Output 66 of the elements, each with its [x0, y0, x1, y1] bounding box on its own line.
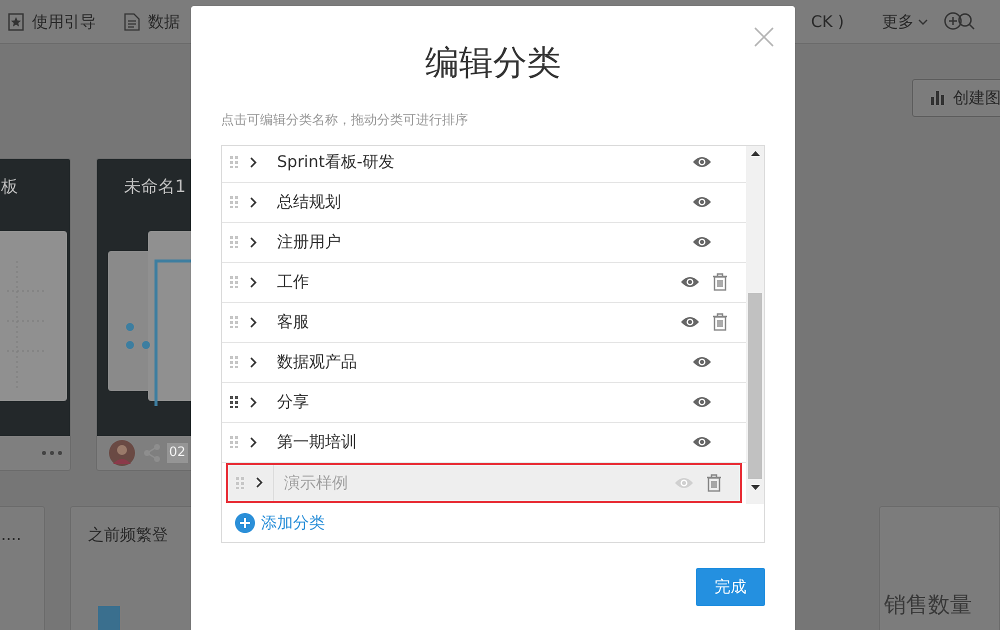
- eye-icon[interactable]: [692, 355, 712, 369]
- dialog-hint: 点击可编辑分类名称，拖动分类可进行排序: [221, 112, 469, 130]
- drag-handle-icon[interactable]: [230, 356, 238, 368]
- eye-icon[interactable]: [680, 275, 700, 289]
- category-name[interactable]: 客服: [277, 302, 309, 342]
- category-row[interactable]: 注册用户: [222, 222, 746, 262]
- drag-handle-icon[interactable]: [230, 436, 238, 448]
- eye-icon[interactable]: [692, 435, 712, 449]
- scrollbar[interactable]: [746, 146, 764, 504]
- category-row[interactable]: 客服: [222, 302, 746, 342]
- close-icon: [754, 27, 774, 47]
- drag-handle-icon[interactable]: [230, 396, 238, 408]
- scroll-down-icon[interactable]: [750, 484, 760, 490]
- eye-icon[interactable]: [692, 235, 712, 249]
- card-title: 未命名1: [124, 177, 186, 197]
- date-badge: 02: [167, 443, 188, 463]
- eye-icon[interactable]: [692, 155, 712, 169]
- drag-handle-icon[interactable]: [230, 196, 238, 208]
- card-title: 板: [1, 177, 18, 197]
- category-row[interactable]: Sprint看板-研发: [222, 146, 746, 182]
- chevron-right-icon[interactable]: [250, 436, 257, 448]
- category-name[interactable]: 工作: [277, 262, 309, 302]
- eye-icon[interactable]: [680, 315, 700, 329]
- bar-chart-drawing: [98, 606, 120, 630]
- chevron-right-icon[interactable]: [250, 316, 257, 328]
- chevron-right-icon[interactable]: [250, 236, 257, 248]
- trash-icon[interactable]: [712, 273, 728, 291]
- drag-handle-icon[interactable]: [236, 476, 244, 488]
- card-title: 销售数量: [884, 593, 972, 618]
- card-title: ....: [1, 525, 22, 544]
- category-name[interactable]: 数据观产品: [277, 342, 357, 382]
- category-name[interactable]: 分享: [277, 382, 309, 422]
- category-row[interactable]: 总结规划: [222, 182, 746, 222]
- category-name[interactable]: 总结规划: [277, 182, 341, 222]
- chevron-right-icon[interactable]: [250, 156, 257, 168]
- bookmark-icon: [8, 12, 24, 30]
- drag-handle-icon[interactable]: [230, 316, 238, 328]
- category-row[interactable]: 数据观产品: [222, 342, 746, 382]
- drag-handle-icon[interactable]: [230, 276, 238, 288]
- plus-circle-icon: [235, 512, 255, 532]
- dialog-title: 编辑分类: [425, 46, 561, 80]
- chevron-down-icon: [918, 18, 928, 24]
- category-row[interactable]: 分享: [222, 382, 746, 422]
- trash-icon[interactable]: [706, 474, 722, 492]
- dashboard-card[interactable]: 板: [0, 158, 71, 471]
- more-options-icon[interactable]: [42, 451, 62, 455]
- eye-icon[interactable]: [692, 395, 712, 409]
- category-name[interactable]: 注册用户: [277, 222, 341, 262]
- chevron-right-icon[interactable]: [250, 396, 257, 408]
- category-name[interactable]: Sprint看板-研发: [277, 146, 395, 182]
- bar-chart-icon: [931, 91, 945, 105]
- category-name[interactable]: 第一期培训: [277, 422, 357, 462]
- chevron-right-icon[interactable]: [250, 276, 257, 288]
- trash-icon[interactable]: [712, 313, 728, 331]
- chevron-right-icon[interactable]: [250, 196, 257, 208]
- chevron-right-icon[interactable]: [250, 356, 257, 368]
- card-title: 之前频繁登: [88, 525, 168, 544]
- avatar-icon: [109, 440, 135, 466]
- document-icon: [124, 12, 140, 30]
- chevron-right-icon[interactable]: [256, 477, 263, 488]
- scroll-up-icon[interactable]: [750, 150, 760, 156]
- category-row[interactable]: 工作: [222, 262, 746, 302]
- eye-icon[interactable]: [692, 195, 712, 209]
- drag-handle-icon[interactable]: [230, 236, 238, 248]
- scrollbar-thumb[interactable]: [748, 292, 762, 478]
- drag-handle-icon[interactable]: [230, 156, 238, 168]
